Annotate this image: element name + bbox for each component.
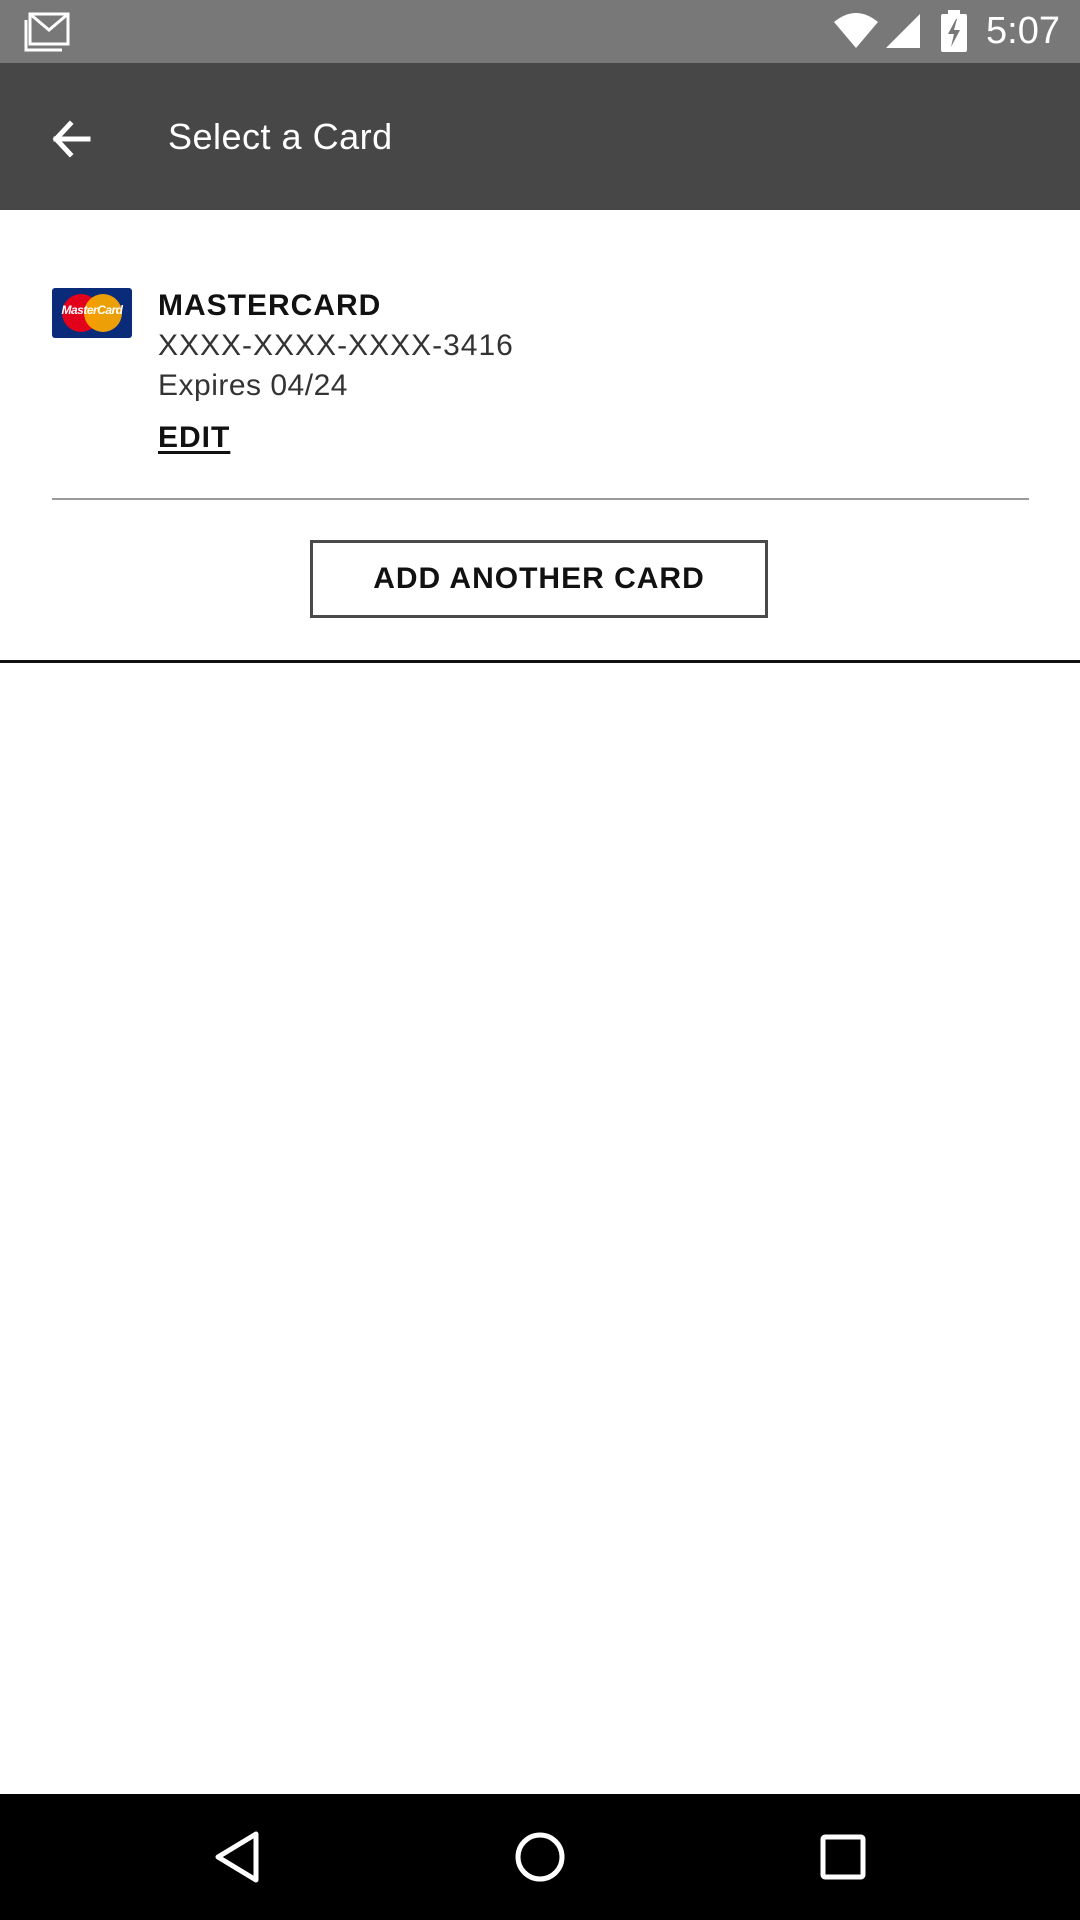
- nav-home-icon: [515, 1832, 565, 1882]
- nav-recents-icon: [820, 1834, 866, 1880]
- mastercard-logo-icon: MasterCard: [52, 288, 132, 338]
- app-bar: Select a Card: [0, 63, 1080, 210]
- status-bar: 5:07: [0, 0, 1080, 63]
- arrow-left-icon: [52, 120, 91, 158]
- nav-back-button[interactable]: [202, 1822, 272, 1892]
- gmail-icon: [24, 12, 70, 52]
- card-list-item[interactable]: MasterCard MASTERCARD XXXX-XXXX-XXXX-341…: [0, 210, 1080, 500]
- battery-charging-icon: [941, 10, 967, 52]
- signal-icon: [886, 14, 920, 48]
- card-number: XXXX-XXXX-XXXX-3416: [158, 329, 514, 362]
- edit-card-link[interactable]: EDIT: [158, 418, 230, 458]
- page-title: Select a Card: [168, 116, 393, 157]
- logo-text: MasterCard: [61, 303, 123, 317]
- nav-back-icon: [215, 1831, 259, 1883]
- back-button[interactable]: [36, 103, 108, 175]
- navigation-bar: [0, 1794, 1080, 1920]
- add-another-card-button[interactable]: ADD ANOTHER CARD: [310, 540, 768, 618]
- screen: 5:07 Select a Card MasterCard MASTERCARD…: [0, 0, 1080, 1920]
- section-bottom-divider: [0, 660, 1080, 663]
- status-clock: 5:07: [986, 10, 1060, 52]
- nav-recents-button[interactable]: [808, 1822, 878, 1892]
- wifi-icon: [834, 13, 878, 48]
- card-brand: MASTERCARD: [158, 289, 382, 322]
- card-expiry: Expires 04/24: [158, 369, 348, 402]
- nav-home-button[interactable]: [505, 1822, 575, 1892]
- divider: [52, 498, 1029, 500]
